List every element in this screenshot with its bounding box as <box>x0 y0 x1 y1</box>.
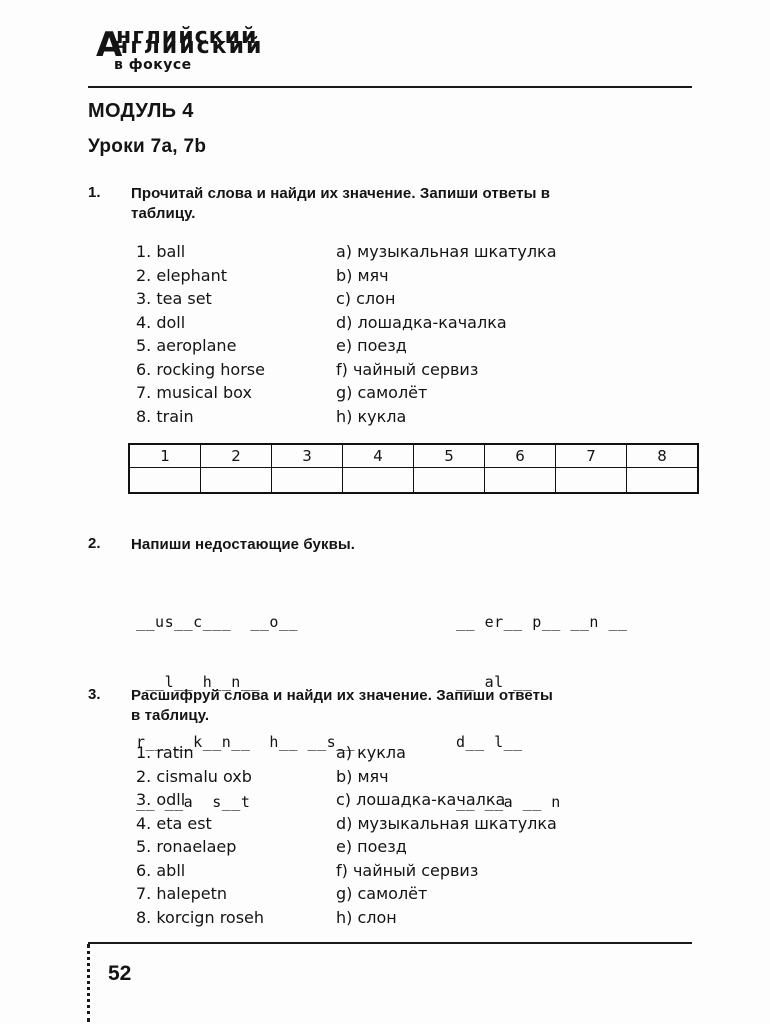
table-header-cell: 4 <box>342 443 414 468</box>
answer-cell[interactable] <box>200 467 272 494</box>
spotlight-logo: А нглийский нглийский в фокусе <box>96 24 326 76</box>
header-divider <box>88 86 692 88</box>
exercise-3-left-column: 1. ratin 2. cismalu oxb 3. odll 4. eta e… <box>136 741 264 929</box>
list-item: f) чайный сервиз <box>336 359 479 379</box>
list-item: g) самолёт <box>336 383 428 402</box>
list-item: 3. odll <box>136 790 186 809</box>
list-item: g) самолёт <box>336 884 428 903</box>
footer-divider <box>88 942 692 944</box>
table-header-cell: 8 <box>626 443 699 468</box>
exercise-1-left-column: 1. ball 2. elephant 3. tea set 4. doll 5… <box>136 240 265 428</box>
list-item: e) поезд <box>336 837 407 856</box>
list-item: h) слон <box>336 907 397 927</box>
answer-table: 1 2 3 4 5 6 7 8 <box>128 443 699 494</box>
list-item: 1. ball <box>136 242 186 261</box>
list-item: c) лошадка-качалка <box>336 790 506 809</box>
logo-title-line-overlay: нглийский <box>113 34 264 59</box>
answer-cell[interactable] <box>271 467 343 494</box>
logo-subtitle-line: в фокусе <box>114 57 192 73</box>
list-item: h) кукла <box>336 406 407 426</box>
table-header-cell: 1 <box>128 443 201 468</box>
table-row-headers: 1 2 3 4 5 6 7 8 <box>128 443 699 468</box>
exercise-1-number: 1. <box>88 184 101 201</box>
list-item: 7. musical box <box>136 383 252 402</box>
exercise-3-instruction: Расшифруй слова и найди их значение. Зап… <box>131 687 553 724</box>
exercise-2-number: 2. <box>88 535 101 552</box>
exercise-2-instruction: Напиши недостающие буквы. <box>131 536 356 553</box>
table-header-cell: 5 <box>413 443 485 468</box>
list-item: f) чайный сервиз <box>336 860 479 880</box>
list-item: d) лошадка-качалка <box>336 312 507 332</box>
list-item: a) музыкальная шкатулка <box>336 242 557 261</box>
list-item: c) слон <box>336 289 396 308</box>
answer-cell[interactable] <box>484 467 556 494</box>
module-title: МОДУЛЬ 4 <box>88 100 194 122</box>
table-header-cell: 6 <box>484 443 556 468</box>
table-header-cell: 2 <box>200 443 272 468</box>
answer-cell[interactable] <box>128 467 201 494</box>
exercise-3-right-column: a) кукла b) мяч c) лошадка-качалка d) му… <box>336 741 557 929</box>
table-row-answers <box>128 467 699 494</box>
list-item: b) мяч <box>336 265 389 285</box>
list-item: 8. korcign roseh <box>136 907 265 927</box>
page-number: 52 <box>108 962 132 985</box>
answer-cell[interactable] <box>626 467 699 494</box>
exercise-1-right-column: a) музыкальная шкатулка b) мяч c) слон d… <box>336 240 557 428</box>
list-item: 7. halepetn <box>136 884 227 903</box>
answer-cell[interactable] <box>413 467 485 494</box>
lesson-title: Уроки 7a, 7b <box>88 136 207 157</box>
list-item: e) поезд <box>336 336 407 355</box>
exercise-1-instruction: Прочитай слова и найди их значение. Запи… <box>131 185 551 222</box>
table-header-cell: 3 <box>271 443 343 468</box>
worksheet-page: А нглийский нглийский в фокусе МОДУЛЬ 4 … <box>0 0 770 1024</box>
list-item: 6. rocking horse <box>136 359 265 379</box>
list-item: 5. ronaelaep <box>136 837 237 856</box>
list-item: 4. eta est <box>136 813 212 833</box>
list-item: b) мяч <box>336 766 389 786</box>
list-item: a) кукла <box>336 743 406 762</box>
table-header-cell: 7 <box>555 443 627 468</box>
list-item: 6. abll <box>136 860 186 880</box>
list-item: 4. doll <box>136 312 186 332</box>
answer-cell[interactable] <box>555 467 627 494</box>
answer-cell[interactable] <box>342 467 414 494</box>
list-item: 1. ratin <box>136 743 194 762</box>
list-item: 2. cismalu oxb <box>136 766 252 786</box>
exercise-3-number: 3. <box>88 686 101 703</box>
list-item: 3. tea set <box>136 289 212 308</box>
missing-letters-line[interactable]: __us__c___ __o__ <box>136 612 355 632</box>
list-item: d) музыкальная шкатулка <box>336 813 557 833</box>
list-item: 2. elephant <box>136 265 227 285</box>
margin-dotted-line <box>87 944 90 1022</box>
list-item: 5. aeroplane <box>136 336 237 355</box>
missing-letters-line[interactable]: __ er__ p__ __n __ <box>456 612 628 632</box>
list-item: 8. train <box>136 406 194 426</box>
